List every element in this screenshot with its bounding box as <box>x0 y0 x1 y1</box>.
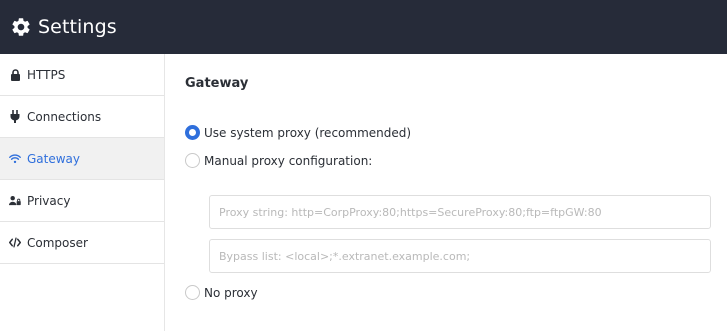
system-proxy-label: Use system proxy (recommended) <box>204 125 412 140</box>
manual-proxy-option[interactable]: Manual proxy configuration: <box>185 153 372 168</box>
system-proxy-radio[interactable] <box>185 125 200 140</box>
sidebar-item-label: Privacy <box>27 193 71 208</box>
section-title: Gateway <box>185 76 249 91</box>
sidebar-item-privacy[interactable]: Privacy <box>0 180 164 222</box>
proxy-string-input[interactable] <box>209 195 711 229</box>
bypass-list-input[interactable] <box>209 239 711 273</box>
gateway-panel: Gateway Use system proxy (recommended) M… <box>166 54 727 331</box>
sidebar-item-label: Connections <box>27 109 102 124</box>
user-lock-icon <box>9 195 21 207</box>
sidebar-item-gateway[interactable]: Gateway <box>0 138 164 180</box>
manual-proxy-radio[interactable] <box>185 153 200 168</box>
sidebar-item-label: Gateway <box>27 151 81 166</box>
no-proxy-radio[interactable] <box>185 285 200 300</box>
lock-icon <box>9 68 21 81</box>
sidebar-item-composer[interactable]: Composer <box>0 222 164 264</box>
wifi-icon <box>9 153 21 165</box>
system-proxy-option[interactable]: Use system proxy (recommended) <box>185 125 411 140</box>
sidebar-item-label: Composer <box>27 235 88 250</box>
code-icon <box>9 237 21 249</box>
page-title: Settings <box>38 16 117 38</box>
plug-icon <box>9 110 21 123</box>
app-header: Settings <box>0 0 727 54</box>
gear-icon <box>10 16 32 38</box>
manual-proxy-label: Manual proxy configuration: <box>204 153 373 168</box>
sidebar: HTTPS Connections Gateway Privacy Compos… <box>0 54 165 331</box>
sidebar-item-https[interactable]: HTTPS <box>0 54 164 96</box>
no-proxy-option[interactable]: No proxy <box>185 285 258 300</box>
no-proxy-label: No proxy <box>204 285 258 300</box>
sidebar-item-label: HTTPS <box>27 67 66 82</box>
sidebar-item-connections[interactable]: Connections <box>0 96 164 138</box>
